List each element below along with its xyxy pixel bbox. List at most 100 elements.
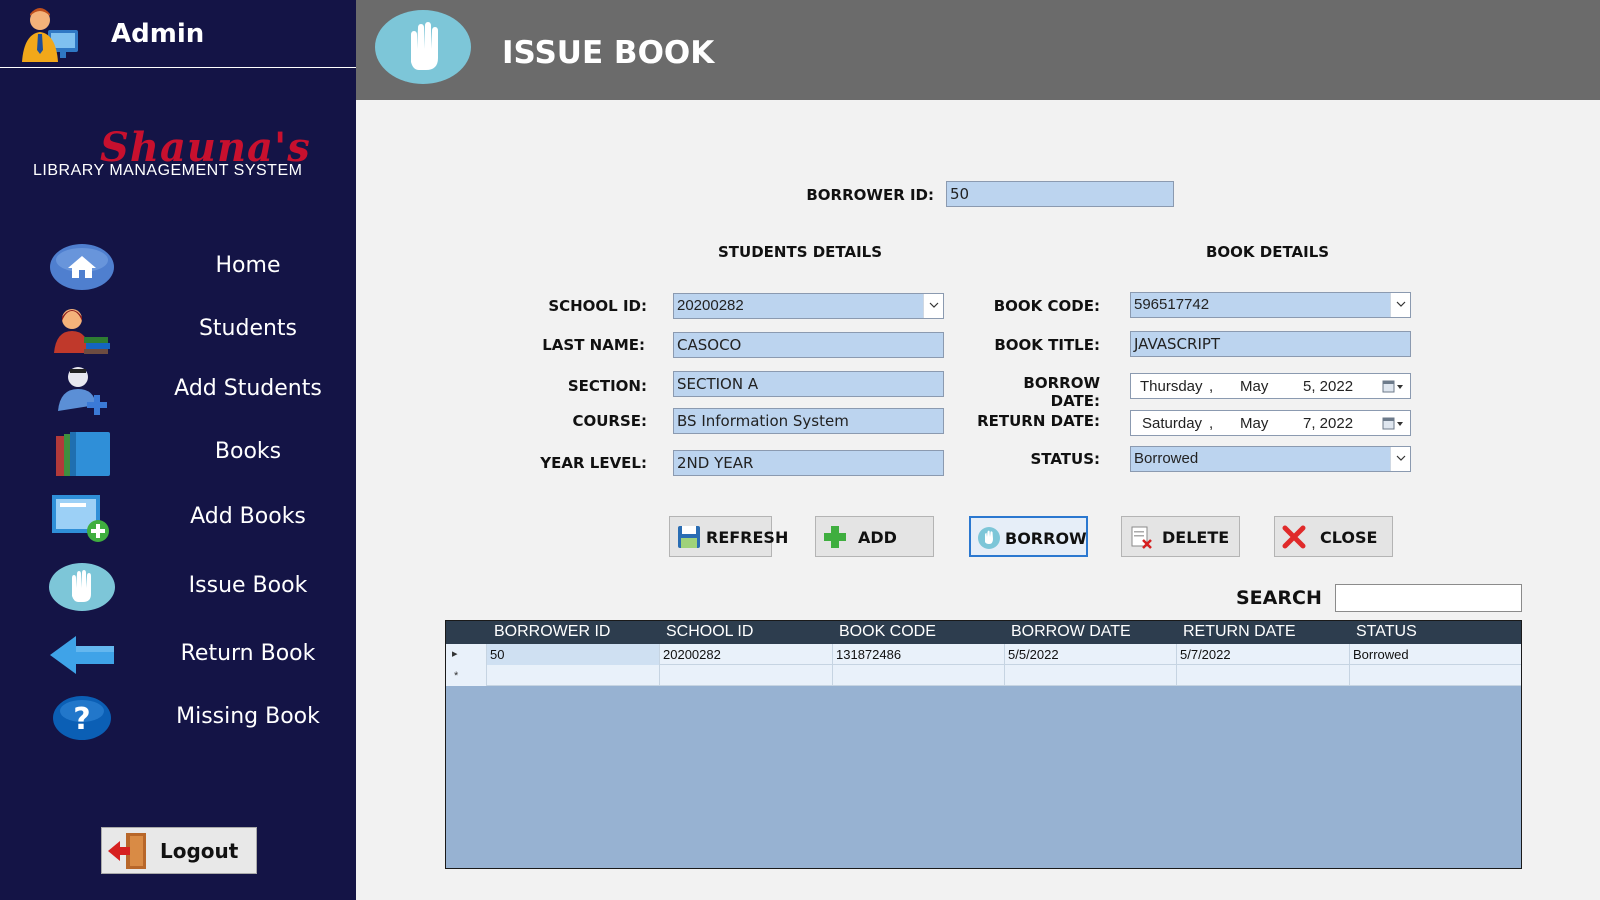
table-cell[interactable] — [659, 665, 832, 686]
table-cell[interactable]: 20200282 — [659, 644, 832, 665]
book-title-field[interactable]: JAVASCRIPT — [1130, 331, 1411, 357]
row-selector[interactable]: ▸ — [446, 644, 486, 665]
column-header-return-date[interactable]: RETURN DATE — [1183, 623, 1296, 641]
borrow-date-label: BORROW DATE: — [1023, 374, 1100, 410]
borrow-date-day-year: 5, 2022 — [1303, 378, 1354, 395]
hand-icon — [49, 563, 115, 611]
chevron-down-icon[interactable] — [923, 294, 943, 318]
column-header-borrower-id[interactable]: BORROWER ID — [494, 623, 610, 641]
sidebar-item-label: Books — [214, 439, 282, 464]
search-input[interactable] — [1335, 584, 1522, 612]
sidebar-item-home[interactable]: Home — [0, 239, 356, 297]
book-title-label: BOOK TITLE: — [994, 336, 1100, 354]
add-button[interactable]: ADD — [815, 516, 934, 557]
question-icon: ? — [53, 696, 111, 740]
table-cell[interactable] — [832, 665, 1004, 686]
close-button[interactable]: CLOSE — [1274, 516, 1393, 557]
sidebar-item-label: Students — [198, 316, 298, 341]
row-selector[interactable]: * — [446, 665, 486, 686]
section-label: SECTION: — [567, 377, 647, 395]
table-cell[interactable]: 5/7/2022 — [1176, 644, 1349, 665]
year-level-field[interactable]: 2ND YEAR — [673, 450, 944, 476]
status-dropdown[interactable]: Borrowed — [1130, 446, 1411, 472]
sidebar-item-add-books[interactable]: Add Books — [0, 490, 356, 548]
chevron-down-icon[interactable] — [1390, 293, 1410, 317]
save-disk-icon — [678, 526, 700, 548]
school-id-label: SCHOOL ID: — [548, 297, 647, 315]
sidebar-item-return-book[interactable]: Return Book — [0, 627, 356, 685]
year-level-value: 2ND YEAR — [677, 454, 754, 472]
table-cell[interactable]: 131872486 — [832, 644, 1004, 665]
table-cell[interactable] — [1349, 665, 1521, 686]
svg-text:?: ? — [73, 702, 90, 737]
close-label: CLOSE — [1320, 528, 1378, 547]
admin-avatar-icon — [22, 8, 78, 62]
table-cell[interactable] — [486, 665, 659, 686]
table-cell[interactable]: 5/5/2022 — [1004, 644, 1176, 665]
borrow-date-picker[interactable]: Thursday , May 5, 2022 — [1130, 373, 1411, 399]
last-name-field[interactable]: CASOCO — [673, 332, 944, 358]
refresh-button[interactable]: REFRESH — [669, 516, 788, 557]
sidebar-item-label: Add Students — [174, 376, 322, 401]
year-level-label: YEAR LEVEL: — [540, 454, 647, 472]
status-label: STATUS: — [1030, 450, 1100, 468]
sidebar-item-add-students[interactable]: Add Students — [0, 362, 356, 420]
course-field[interactable]: BS Information System — [673, 408, 944, 434]
delete-button[interactable]: DELETE — [1121, 516, 1240, 557]
table-cell[interactable] — [1004, 665, 1176, 686]
book-code-value: 596517742 — [1134, 296, 1210, 313]
sidebar-item-label: Issue Book — [188, 573, 308, 598]
school-id-value: 20200282 — [677, 297, 744, 314]
hand-icon — [978, 527, 1000, 549]
column-header-borrow-date[interactable]: BORROW DATE — [1011, 623, 1131, 641]
borrow-button[interactable]: BORROW — [969, 516, 1088, 557]
borrow-records-table[interactable]: BORROWER ID SCHOOL ID BOOK CODE BORROW D… — [445, 620, 1522, 869]
chevron-down-icon[interactable] — [1390, 447, 1410, 471]
table-cell[interactable]: Borrowed — [1349, 644, 1521, 665]
admin-bar: Admin — [0, 0, 356, 68]
sidebar-item-students[interactable]: Students — [0, 302, 356, 360]
logout-label: Logout — [160, 839, 239, 863]
course-value: BS Information System — [677, 412, 849, 430]
logo-subtitle: LIBRARY MANAGEMENT SYSTEM — [33, 162, 303, 179]
book-code-dropdown[interactable]: 596517742 — [1130, 292, 1411, 318]
book-title-value: JAVASCRIPT — [1134, 335, 1221, 353]
hand-icon — [375, 10, 471, 84]
sidebar-item-label: Home — [215, 253, 281, 278]
borrower-id-field[interactable]: 50 — [946, 181, 1174, 207]
school-id-dropdown[interactable]: 20200282 — [673, 293, 944, 319]
students-details-heading: STUDENTS DETAILS — [718, 243, 883, 261]
sidebar-item-label: Add Books — [190, 504, 306, 529]
table-cell[interactable] — [1176, 665, 1349, 686]
return-date-picker[interactable]: Saturday , May 7, 2022 — [1130, 410, 1411, 436]
plus-icon — [824, 526, 846, 548]
page-title: ISSUE BOOK — [502, 35, 715, 71]
arrow-left-icon — [50, 636, 114, 674]
column-header-status[interactable]: STATUS — [1356, 623, 1417, 641]
borrow-date-separator: , — [1209, 378, 1214, 395]
calendar-dropdown-icon[interactable] — [1382, 416, 1406, 432]
table-cell[interactable]: 50 — [486, 644, 659, 665]
app-logo: Shauna's LIBRARY MANAGEMENT SYSTEM — [30, 124, 330, 190]
table-row[interactable]: ▸ 50 20200282 131872486 5/5/2022 5/7/202… — [446, 644, 1521, 665]
sidebar-item-books[interactable]: Books — [0, 425, 356, 483]
calendar-dropdown-icon[interactable] — [1382, 379, 1406, 395]
return-date-month: May — [1240, 415, 1269, 432]
refresh-label: REFRESH — [706, 528, 789, 547]
column-header-school-id[interactable]: SCHOOL ID — [666, 623, 753, 641]
course-label: COURSE: — [572, 412, 647, 430]
column-header-book-code[interactable]: BOOK CODE — [839, 623, 936, 641]
books-icon — [56, 432, 110, 476]
borrow-label: BORROW — [1005, 529, 1087, 548]
borrower-id-value: 50 — [950, 185, 970, 203]
sidebar-item-missing-book[interactable]: ? Missing Book — [0, 690, 356, 748]
logout-button[interactable]: Logout — [101, 827, 257, 874]
table-row-new[interactable]: * — [446, 665, 1521, 686]
borrower-id-label: BORROWER ID: — [806, 186, 934, 204]
row-marker: ▸ — [452, 648, 458, 660]
book-details-heading: BOOK DETAILS — [1206, 243, 1330, 261]
section-field[interactable]: SECTION A — [673, 371, 944, 397]
exit-door-icon — [108, 833, 146, 869]
add-student-icon — [58, 367, 107, 415]
sidebar-item-issue-book[interactable]: Issue Book — [0, 559, 356, 617]
